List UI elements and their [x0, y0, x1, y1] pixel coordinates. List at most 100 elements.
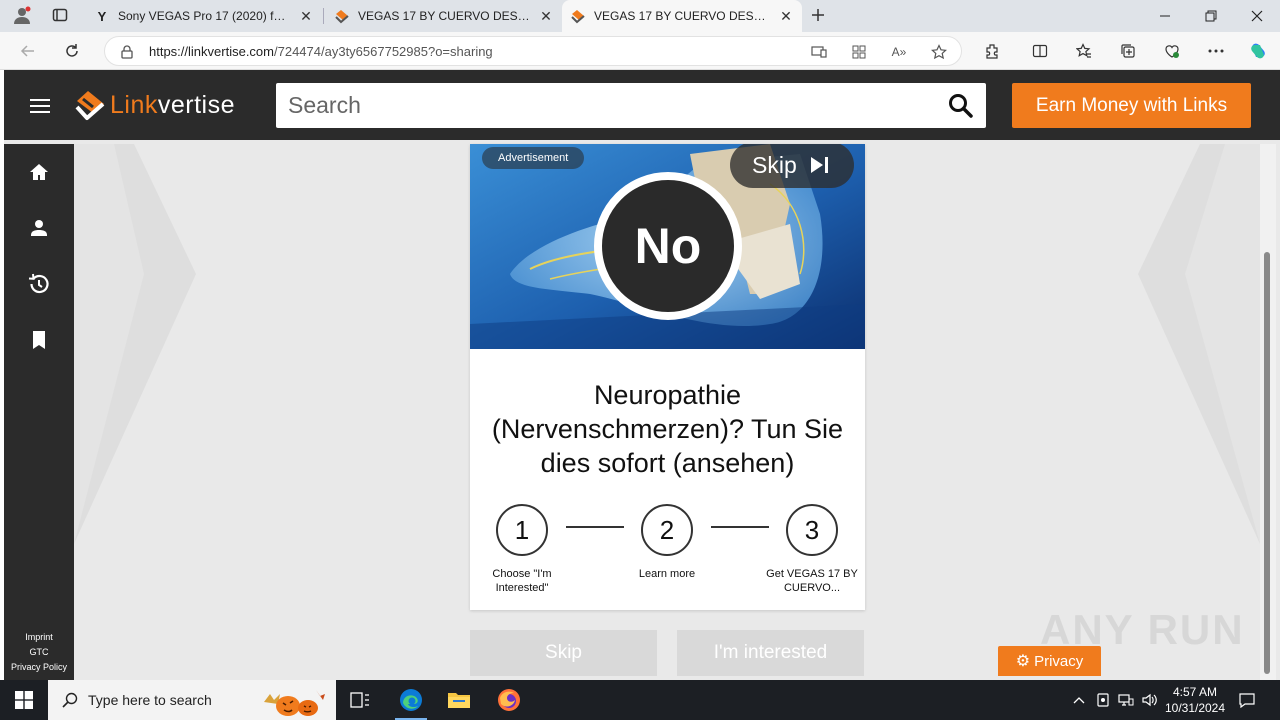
- more-menu-icon[interactable]: [1204, 39, 1228, 63]
- taskbar-clock[interactable]: 4:57 AM 10/31/2024: [1160, 684, 1230, 716]
- advertisement-badge: Advertisement: [482, 147, 585, 169]
- search-icon[interactable]: [948, 93, 974, 119]
- user-icon[interactable]: [27, 216, 51, 240]
- edge-browser-icon[interactable]: [387, 680, 435, 720]
- linkvertise-icon: [570, 8, 586, 24]
- clock-date: 10/31/2024: [1164, 701, 1226, 715]
- close-tab-icon[interactable]: ✕: [298, 8, 314, 25]
- tab-2-title: VEGAS 17 BY CUERVO DESCARGA: [358, 9, 532, 23]
- collections-icon[interactable]: [1116, 39, 1140, 63]
- back-icon[interactable]: [14, 38, 42, 64]
- page-scrollbar[interactable]: [1260, 144, 1276, 680]
- url-text[interactable]: https://linkvertise.com/724474/ay3ty6567…: [149, 44, 493, 59]
- bookmark-icon[interactable]: [27, 328, 51, 352]
- gtc-link[interactable]: GTC: [4, 647, 74, 657]
- performance-icon[interactable]: [1160, 39, 1184, 63]
- privacy-label: Privacy: [1034, 652, 1084, 670]
- app-available-icon[interactable]: [809, 42, 829, 62]
- sidebar: Imprint GTC Privacy Policy: [4, 144, 74, 680]
- background-decoration-right: [1138, 144, 1260, 544]
- new-tab-icon[interactable]: [804, 2, 832, 28]
- address-bar[interactable]: https://linkvertise.com/724474/ay3ty6567…: [104, 36, 962, 66]
- tab-actions-icon[interactable]: [46, 2, 74, 28]
- scrollbar-thumb[interactable]: [1264, 252, 1270, 674]
- privacy-policy-link[interactable]: Privacy Policy: [4, 662, 74, 672]
- ad-headline[interactable]: Neuropathie (Nervenschmerzen)? Tun Sie d…: [486, 378, 849, 480]
- tab-separator: [323, 8, 324, 24]
- site-header: Linkvertise Earn Money with Links: [4, 70, 1280, 140]
- linkvertise-logo[interactable]: Linkvertise: [74, 88, 235, 122]
- show-hidden-icons-icon[interactable]: [1070, 691, 1088, 709]
- search-box[interactable]: [276, 83, 986, 128]
- gear-icon: ⚙: [1015, 653, 1031, 670]
- step-2-label: Learn more: [638, 568, 696, 580]
- volume-icon[interactable]: [1141, 691, 1159, 709]
- url-host: https://linkvertise.com: [149, 44, 274, 59]
- lock-icon[interactable]: [117, 42, 137, 62]
- hamburger-menu-icon[interactable]: [30, 99, 50, 113]
- privacy-button[interactable]: ⚙ Privacy: [998, 646, 1101, 676]
- minimize-icon[interactable]: [1142, 0, 1188, 32]
- logo-text: Linkvertise: [110, 91, 235, 120]
- tab-3-title: VEGAS 17 BY CUERVO DESCARGA: [594, 9, 772, 23]
- close-tab-icon[interactable]: ✕: [778, 8, 794, 25]
- ad-no-circle: No: [594, 172, 742, 320]
- skip-button[interactable]: Skip: [470, 630, 657, 676]
- copilot-icon[interactable]: [1246, 39, 1270, 63]
- step-connector: [566, 526, 624, 528]
- step-3-circle: 3: [786, 504, 838, 556]
- read-aloud-icon[interactable]: A»: [889, 42, 909, 62]
- tab-1-title: Sony VEGAS Pro 17 (2020) full en: [118, 9, 292, 23]
- split-screen-icon[interactable]: [1028, 39, 1052, 63]
- step-1-circle: 1: [496, 504, 548, 556]
- restore-icon[interactable]: [1188, 0, 1234, 32]
- background-decoration-left: [74, 144, 196, 544]
- step-3-label: Get VEGAS 17 BY CUERVO...: [766, 568, 858, 594]
- extensions-icon[interactable]: [980, 39, 1004, 63]
- windows-start-button[interactable]: [0, 680, 48, 720]
- browser-tab-strip: Y Sony VEGAS Pro 17 (2020) full en ✕ VEG…: [0, 0, 1280, 32]
- step-connector: [711, 526, 769, 528]
- profile-icon[interactable]: [8, 2, 36, 28]
- notifications-icon[interactable]: [1238, 691, 1256, 709]
- grid-icon[interactable]: [849, 42, 869, 62]
- security-tray-icon[interactable]: [1094, 691, 1112, 709]
- file-explorer-icon[interactable]: [435, 680, 483, 720]
- address-bar-row: https://linkvertise.com/724474/ay3ty6567…: [0, 32, 1280, 70]
- linkvertise-icon: [334, 8, 350, 24]
- refresh-icon[interactable]: [58, 38, 86, 64]
- search-input[interactable]: [288, 89, 928, 121]
- close-window-icon[interactable]: [1234, 0, 1280, 32]
- windows-taskbar: 4:57 AM 10/31/2024: [0, 680, 1280, 720]
- url-path: /724474/ay3ty6567752985?o=sharing: [274, 44, 493, 59]
- page-content: Linkvertise Earn Money with Links Imprin…: [4, 70, 1280, 680]
- tab-3-active[interactable]: VEGAS 17 BY CUERVO DESCARGA ✕: [562, 0, 802, 32]
- close-tab-icon[interactable]: ✕: [538, 8, 554, 25]
- step-1-label: Choose "I'm Interested": [492, 568, 552, 594]
- earn-money-button[interactable]: Earn Money with Links: [1012, 83, 1251, 128]
- taskbar-search-box[interactable]: [48, 680, 336, 720]
- tab-2[interactable]: VEGAS 17 BY CUERVO DESCARGA ✕: [326, 0, 562, 32]
- task-view-icon[interactable]: [336, 680, 384, 720]
- linkvertise-logo-icon: [75, 91, 105, 120]
- tab-1[interactable]: Y Sony VEGAS Pro 17 (2020) full en ✕: [86, 0, 322, 32]
- home-icon[interactable]: [27, 160, 51, 184]
- skip-next-icon: [810, 157, 828, 173]
- clock-time: 4:57 AM: [1172, 685, 1218, 699]
- favorites-icon[interactable]: [1072, 39, 1096, 63]
- network-icon[interactable]: [1117, 691, 1135, 709]
- logo-text-vertise: vertise: [157, 90, 236, 119]
- taskbar-search-input[interactable]: [88, 692, 258, 708]
- history-icon[interactable]: [27, 272, 51, 296]
- taskbar-search-icon: [62, 692, 78, 708]
- ad-skip-button[interactable]: Skip: [730, 144, 854, 188]
- ad-image[interactable]: Advertisement Skip No: [470, 144, 865, 349]
- imprint-link[interactable]: Imprint: [4, 632, 74, 642]
- firefox-icon[interactable]: [485, 680, 533, 720]
- yahoo-icon: Y: [97, 8, 107, 24]
- ad-card: Advertisement Skip No Neuropathie (Nerve…: [470, 144, 865, 610]
- favorite-star-icon[interactable]: [929, 42, 949, 62]
- im-interested-button[interactable]: I'm interested: [677, 630, 864, 676]
- step-2-circle: 2: [641, 504, 693, 556]
- halloween-pumpkins-icon: [264, 690, 325, 716]
